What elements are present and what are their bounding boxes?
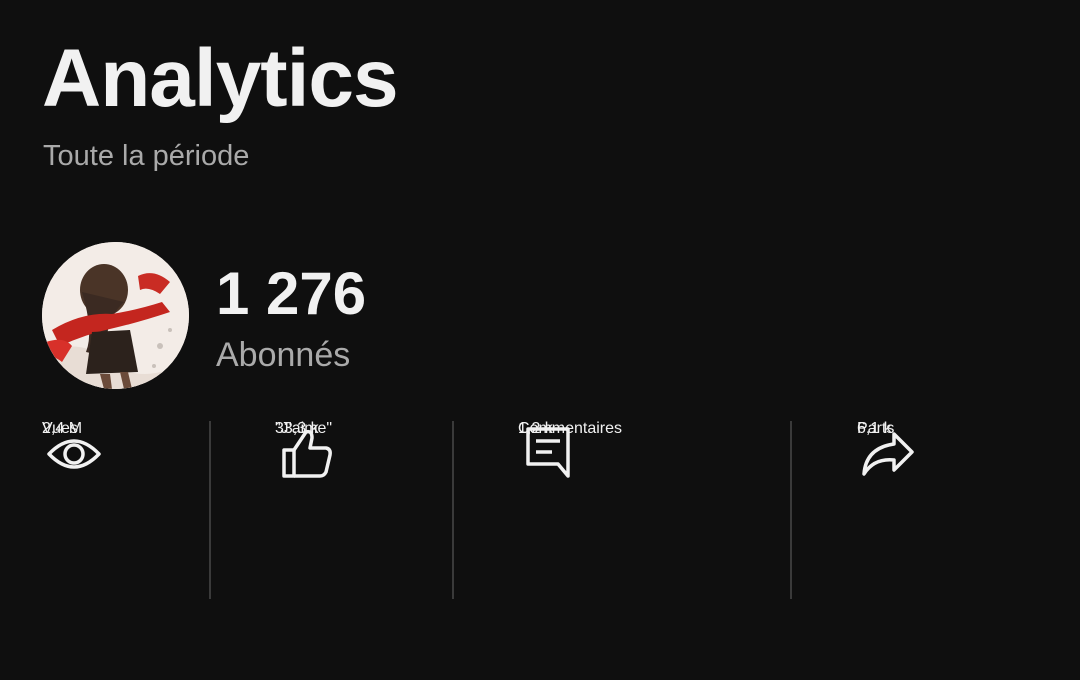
comments-label: Commentaires	[518, 420, 623, 437]
subscriber-count: 1 276	[216, 260, 367, 327]
period-label: Toute la période	[43, 140, 250, 172]
stat-divider	[452, 421, 454, 599]
likes-label: "J'aime"	[275, 420, 333, 437]
stat-divider	[209, 421, 211, 599]
page-title: Analytics	[42, 33, 399, 124]
subscriber-label: Abonnés	[216, 336, 351, 374]
stat-divider	[790, 421, 792, 599]
views-label: Vues	[42, 420, 78, 437]
avatar[interactable]	[42, 242, 189, 389]
shares-label: Parts	[857, 420, 895, 437]
